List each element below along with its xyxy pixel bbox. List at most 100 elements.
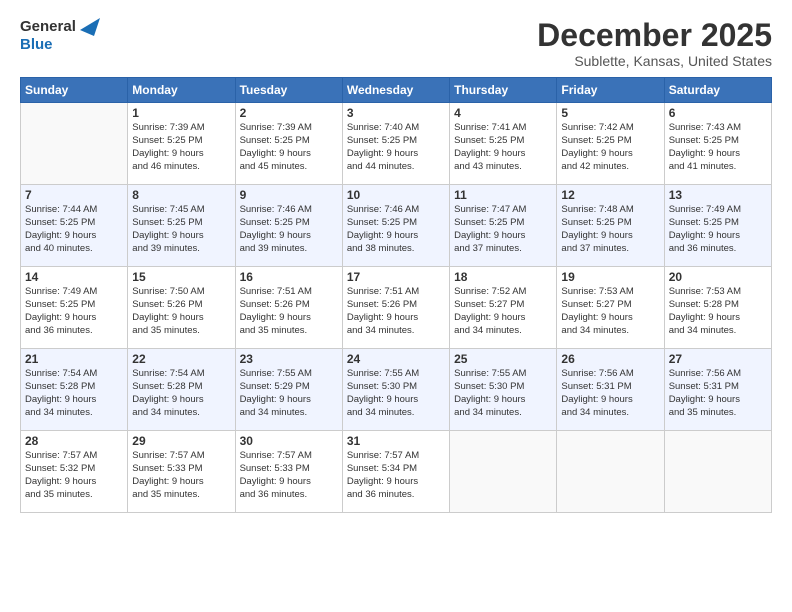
day-info: Sunrise: 7:53 AM Sunset: 5:27 PM Dayligh… — [561, 286, 659, 337]
calendar-cell: 29Sunrise: 7:57 AM Sunset: 5:33 PM Dayli… — [128, 431, 235, 513]
calendar-cell: 11Sunrise: 7:47 AM Sunset: 5:25 PM Dayli… — [450, 185, 557, 267]
calendar-cell: 4 Sunrise: 7:41 AM Sunset: 5:25 PM Daylig… — [450, 103, 557, 185]
calendar-cell — [450, 431, 557, 513]
day-number: 23 — [240, 352, 338, 366]
day-info: Sunrise: 7:51 AM Sunset: 5:26 PM Dayligh… — [240, 286, 338, 337]
day-info: Sunrise: 7:55 AM Sunset: 5:30 PM Dayligh… — [454, 368, 552, 419]
calendar-cell: 30 Sunrise: 7:57 AM Sunset: 5:33 PM Dayli… — [235, 431, 342, 513]
day-info: Sunrise: 7:55 AM Sunset: 5:29 PM Dayligh… — [240, 368, 338, 419]
day-number: 5 — [561, 106, 659, 120]
day-number: 1 — [132, 106, 230, 120]
day-number: 20 — [669, 270, 767, 284]
day-info: Sunrise: 7:44 AM Sunset: 5:25 PM Dayligh… — [25, 204, 123, 255]
day-number: 16 — [240, 270, 338, 284]
logo-text: GeneralBlue — [20, 18, 76, 54]
day-info: Sunrise: 7:50 AM Sunset: 5:26 PM Dayligh… — [132, 286, 230, 337]
day-number: 25 — [454, 352, 552, 366]
day-info: Sunrise: 7:39 AM Sunset: 5:25 PM Dayligh… — [132, 122, 230, 173]
calendar-cell: 8 Sunrise: 7:45 AM Sunset: 5:25 PM Daylig… — [128, 185, 235, 267]
weekday-header-thursday: Thursday — [450, 78, 557, 103]
day-info: Sunrise: 7:40 AM Sunset: 5:25 PM Dayligh… — [347, 122, 445, 173]
day-number: 13 — [669, 188, 767, 202]
calendar-cell: 10 Sunrise: 7:46 AM Sunset: 5:25 PM Dayli… — [342, 185, 449, 267]
calendar-cell: 17 Sunrise: 7:51 AM Sunset: 5:26 PM Dayli… — [342, 267, 449, 349]
day-info: Sunrise: 7:49 AM Sunset: 5:25 PM Dayligh… — [25, 286, 123, 337]
logo-arrow-icon — [80, 18, 100, 54]
calendar-cell: 9 Sunrise: 7:46 AM Sunset: 5:25 PM Daylig… — [235, 185, 342, 267]
calendar-cell: 15 Sunrise: 7:50 AM Sunset: 5:26 PM Dayli… — [128, 267, 235, 349]
day-info: Sunrise: 7:52 AM Sunset: 5:27 PM Dayligh… — [454, 286, 552, 337]
day-number: 9 — [240, 188, 338, 202]
calendar-cell: 7 Sunrise: 7:44 AM Sunset: 5:25 PM Daylig… — [21, 185, 128, 267]
page-header: GeneralBlue December 2025 Sublette, Kans… — [20, 18, 772, 69]
weekday-header-saturday: Saturday — [664, 78, 771, 103]
calendar-cell: 19 Sunrise: 7:53 AM Sunset: 5:27 PM Dayli… — [557, 267, 664, 349]
calendar-cell: 27 Sunrise: 7:56 AM Sunset: 5:31 PM Dayli… — [664, 349, 771, 431]
day-info: Sunrise: 7:41 AM Sunset: 5:25 PM Dayligh… — [454, 122, 552, 173]
title-block: December 2025 Sublette, Kansas, United S… — [537, 18, 772, 69]
subtitle: Sublette, Kansas, United States — [537, 53, 772, 69]
day-info: Sunrise: 7:57 AM Sunset: 5:32 PM Dayligh… — [25, 450, 123, 501]
calendar-cell — [557, 431, 664, 513]
day-info: Sunrise: 7:54 AM Sunset: 5:28 PM Dayligh… — [25, 368, 123, 419]
day-number: 21 — [25, 352, 123, 366]
calendar-cell: 18 Sunrise: 7:52 AM Sunset: 5:27 PM Dayli… — [450, 267, 557, 349]
day-number: 15 — [132, 270, 230, 284]
day-info: Sunrise: 7:46 AM Sunset: 5:25 PM Dayligh… — [347, 204, 445, 255]
day-info: Sunrise: 7:42 AM Sunset: 5:25 PM Dayligh… — [561, 122, 659, 173]
day-info: Sunrise: 7:56 AM Sunset: 5:31 PM Dayligh… — [561, 368, 659, 419]
calendar-cell: 5 Sunrise: 7:42 AM Sunset: 5:25 PM Daylig… — [557, 103, 664, 185]
day-number: 31 — [347, 434, 445, 448]
day-number: 27 — [669, 352, 767, 366]
calendar: SundayMondayTuesdayWednesdayThursdayFrid… — [20, 77, 772, 513]
day-number: 12 — [561, 188, 659, 202]
day-number: 18 — [454, 270, 552, 284]
calendar-cell: 16 Sunrise: 7:51 AM Sunset: 5:26 PM Dayli… — [235, 267, 342, 349]
weekday-header-friday: Friday — [557, 78, 664, 103]
day-number: 26 — [561, 352, 659, 366]
logo: GeneralBlue — [20, 18, 100, 54]
calendar-cell: 20 Sunrise: 7:53 AM Sunset: 5:28 PM Dayli… — [664, 267, 771, 349]
day-number: 2 — [240, 106, 338, 120]
day-number: 28 — [25, 434, 123, 448]
day-number: 10 — [347, 188, 445, 202]
calendar-cell — [21, 103, 128, 185]
day-number: 30 — [240, 434, 338, 448]
weekday-header-monday: Monday — [128, 78, 235, 103]
day-number: 19 — [561, 270, 659, 284]
day-info: Sunrise: 7:57 AM Sunset: 5:33 PM Dayligh… — [240, 450, 338, 501]
day-info: Sunrise: 7:47 AM Sunset: 5:25 PM Dayligh… — [454, 204, 552, 255]
calendar-cell: 26 Sunrise: 7:56 AM Sunset: 5:31 PM Dayli… — [557, 349, 664, 431]
calendar-cell: 2 Sunrise: 7:39 AM Sunset: 5:25 PM Daylig… — [235, 103, 342, 185]
day-info: Sunrise: 7:46 AM Sunset: 5:25 PM Dayligh… — [240, 204, 338, 255]
calendar-cell: 6 Sunrise: 7:43 AM Sunset: 5:25 PM Daylig… — [664, 103, 771, 185]
day-number: 17 — [347, 270, 445, 284]
day-number: 4 — [454, 106, 552, 120]
calendar-cell: 23 Sunrise: 7:55 AM Sunset: 5:29 PM Dayli… — [235, 349, 342, 431]
day-info: Sunrise: 7:53 AM Sunset: 5:28 PM Dayligh… — [669, 286, 767, 337]
day-number: 8 — [132, 188, 230, 202]
day-info: Sunrise: 7:57 AM Sunset: 5:34 PM Dayligh… — [347, 450, 445, 501]
weekday-header-tuesday: Tuesday — [235, 78, 342, 103]
calendar-cell: 25 Sunrise: 7:55 AM Sunset: 5:30 PM Dayli… — [450, 349, 557, 431]
day-info: Sunrise: 7:51 AM Sunset: 5:26 PM Dayligh… — [347, 286, 445, 337]
day-info: Sunrise: 7:39 AM Sunset: 5:25 PM Dayligh… — [240, 122, 338, 173]
day-number: 7 — [25, 188, 123, 202]
day-number: 6 — [669, 106, 767, 120]
calendar-cell: 21 Sunrise: 7:54 AM Sunset: 5:28 PM Dayli… — [21, 349, 128, 431]
calendar-cell: 12 Sunrise: 7:48 AM Sunset: 5:25 PM Dayli… — [557, 185, 664, 267]
day-number: 24 — [347, 352, 445, 366]
day-number: 3 — [347, 106, 445, 120]
day-info: Sunrise: 7:57 AM Sunset: 5:33 PM Dayligh… — [132, 450, 230, 501]
calendar-cell: 22Sunrise: 7:54 AM Sunset: 5:28 PM Dayli… — [128, 349, 235, 431]
calendar-cell — [664, 431, 771, 513]
day-info: Sunrise: 7:48 AM Sunset: 5:25 PM Dayligh… — [561, 204, 659, 255]
calendar-cell: 14Sunrise: 7:49 AM Sunset: 5:25 PM Dayli… — [21, 267, 128, 349]
calendar-cell: 28 Sunrise: 7:57 AM Sunset: 5:32 PM Dayli… — [21, 431, 128, 513]
day-info: Sunrise: 7:45 AM Sunset: 5:25 PM Dayligh… — [132, 204, 230, 255]
calendar-cell: 31 Sunrise: 7:57 AM Sunset: 5:34 PM Dayli… — [342, 431, 449, 513]
day-info: Sunrise: 7:56 AM Sunset: 5:31 PM Dayligh… — [669, 368, 767, 419]
day-info: Sunrise: 7:54 AM Sunset: 5:28 PM Dayligh… — [132, 368, 230, 419]
day-info: Sunrise: 7:43 AM Sunset: 5:25 PM Dayligh… — [669, 122, 767, 173]
month-title: December 2025 — [537, 18, 772, 53]
